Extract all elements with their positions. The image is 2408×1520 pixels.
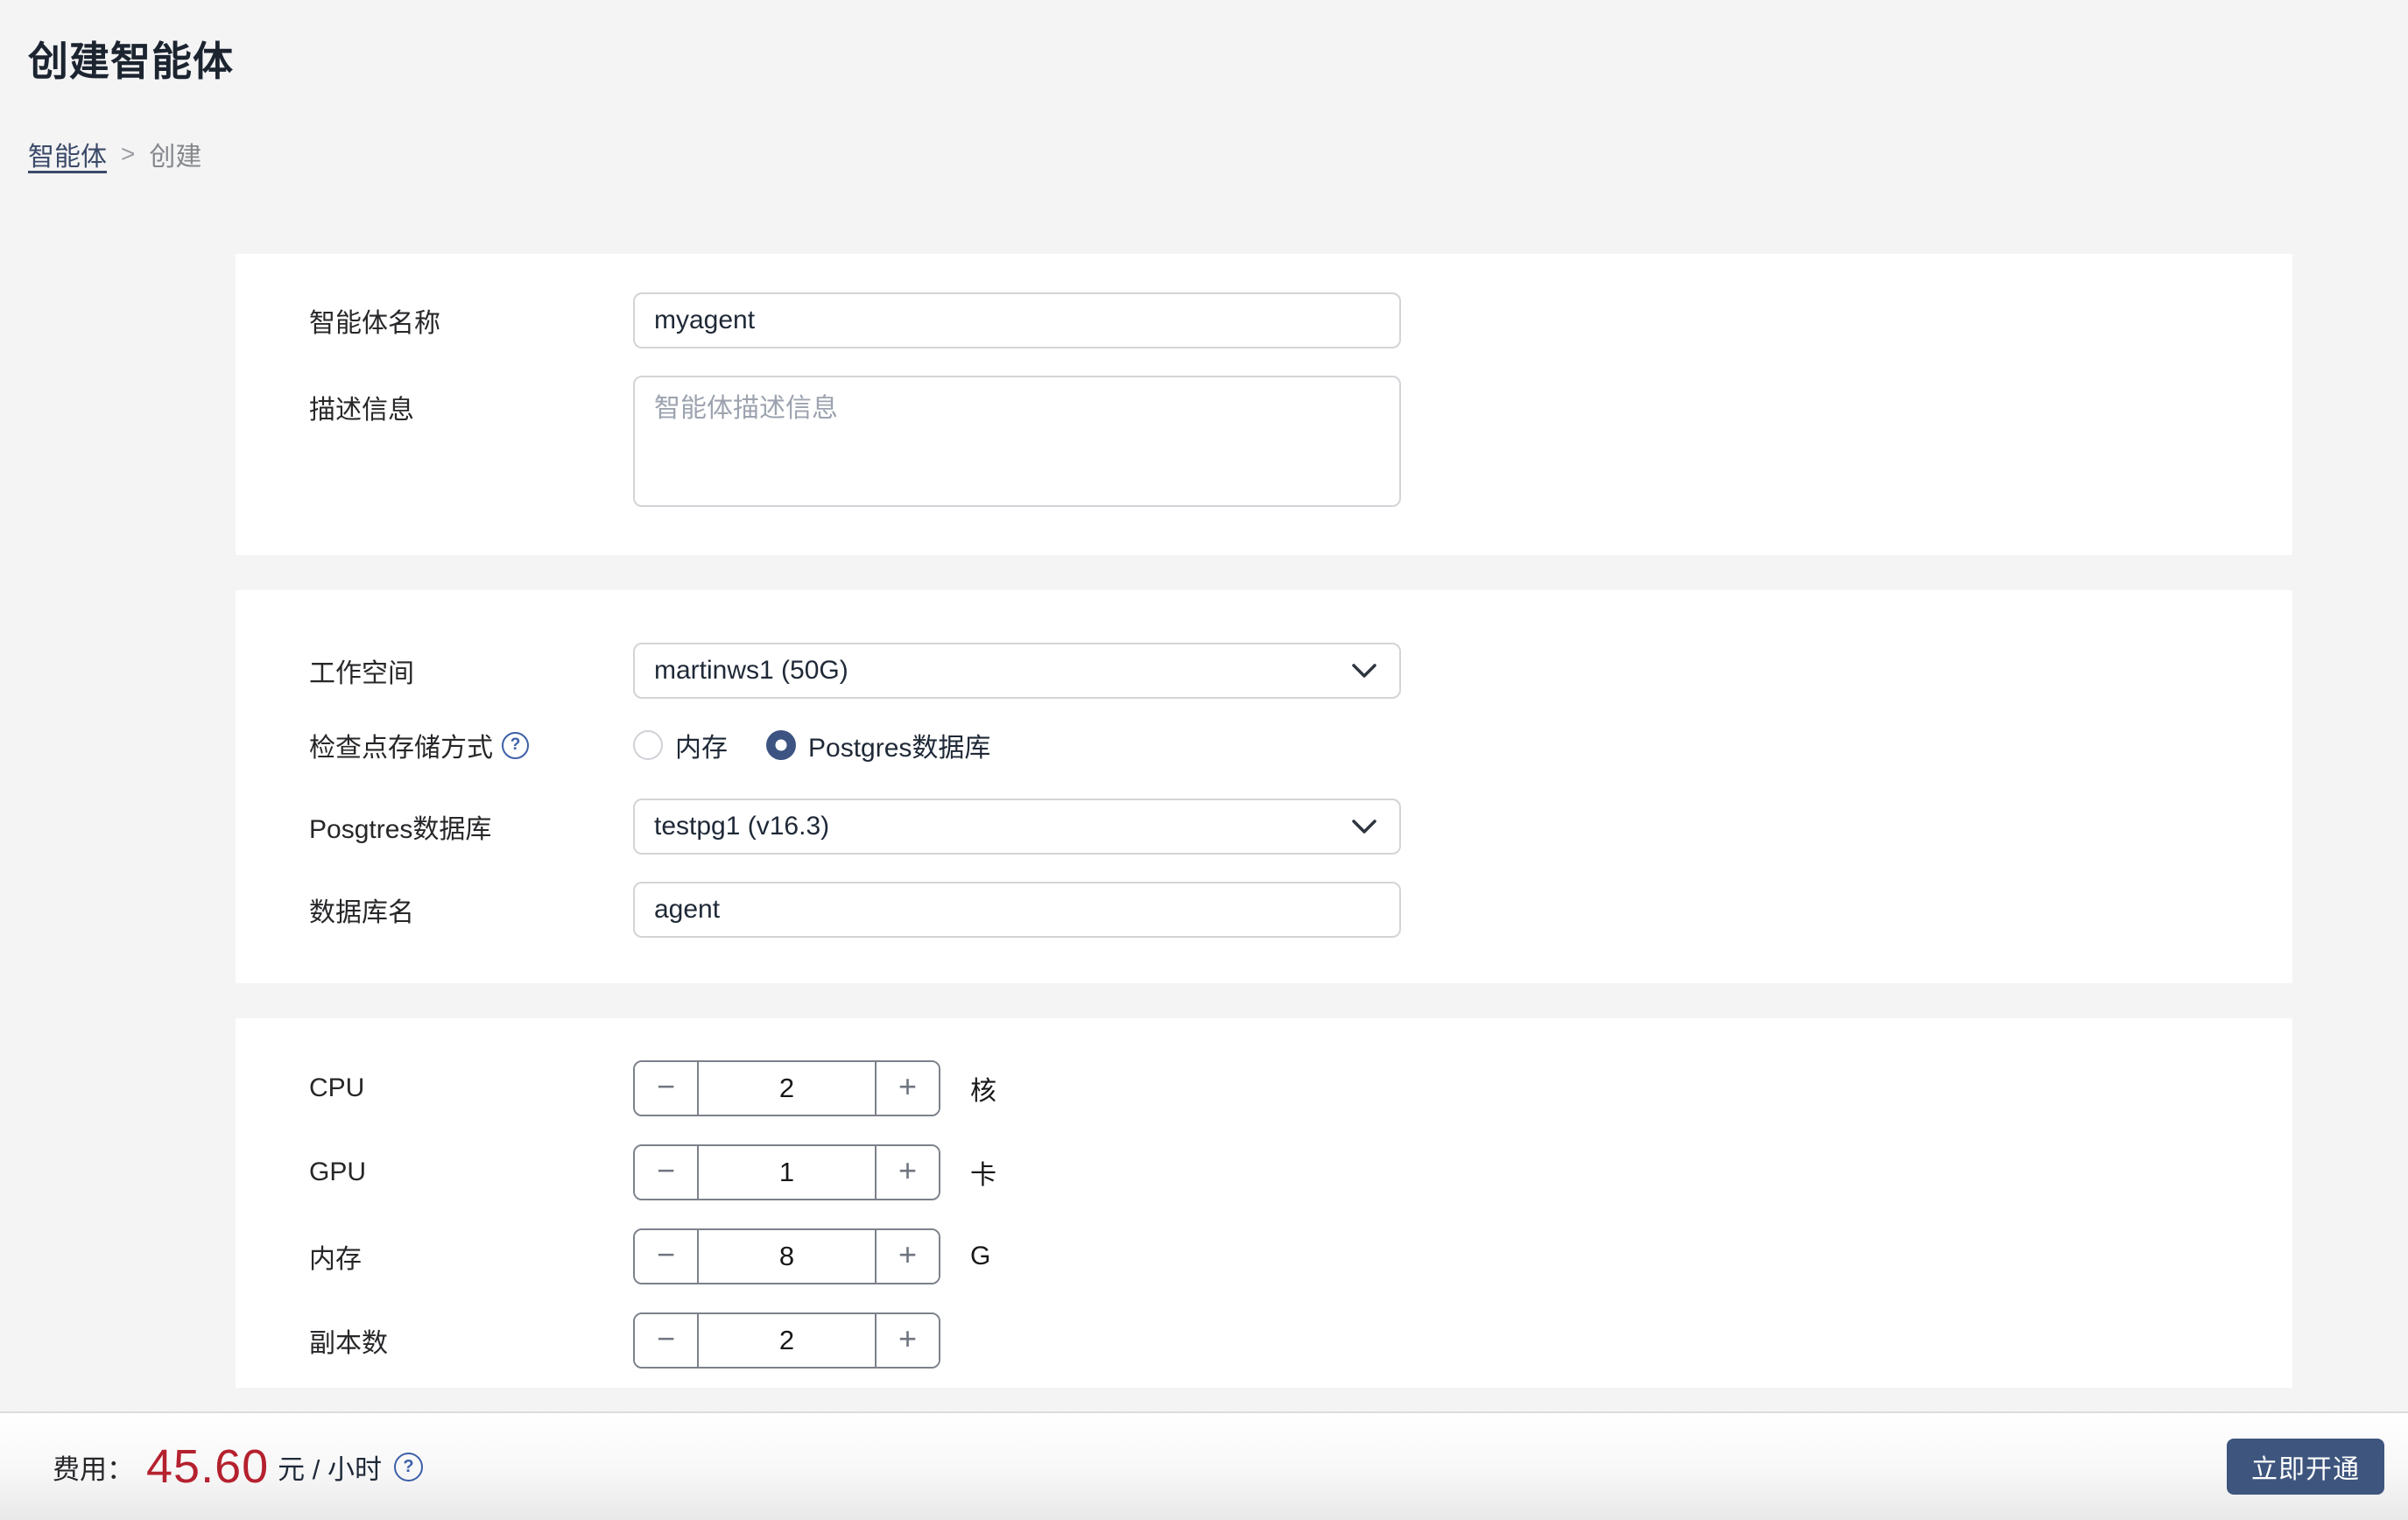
fee-label: 费用：: [53, 1453, 134, 1485]
postgres-db-label: Posgtres数据库: [309, 815, 492, 844]
fee-value: 45.60: [146, 1440, 270, 1493]
workspace-select[interactable]: martinws1 (50G): [633, 643, 1401, 699]
checkpoint-storage-label: 检查点存储方式: [309, 734, 493, 763]
cpu-increment-button[interactable]: +: [877, 1062, 939, 1115]
create-agent-form: 智能体名称 描述信息 工作空间 martinws1 (50G): [236, 254, 2292, 1388]
page-header: 创建智能体 智能体 > 创建: [0, 0, 2408, 173]
fee-unit: 元 / 小时: [278, 1453, 382, 1485]
workspace-row: 工作空间 martinws1 (50G): [236, 643, 2292, 699]
cpu-decrement-button[interactable]: −: [635, 1062, 697, 1115]
postgres-db-select[interactable]: testpg1 (v16.3): [633, 799, 1401, 855]
dbname-row: 数据库名: [236, 882, 2292, 938]
breadcrumb: 智能体 > 创建: [28, 135, 2408, 173]
basic-info-card: 智能体名称 描述信息: [236, 254, 2292, 555]
gpu-label: GPU: [309, 1158, 367, 1186]
replicas-decrement-button[interactable]: −: [635, 1314, 697, 1367]
memory-increment-button[interactable]: +: [877, 1230, 939, 1283]
agent-name-label: 智能体名称: [309, 309, 440, 338]
agent-name-row: 智能体名称: [236, 292, 2292, 348]
replicas-label: 副本数: [309, 1329, 388, 1358]
postgres-db-row: Posgtres数据库 testpg1 (v16.3): [236, 799, 2292, 855]
radio-unselected-icon[interactable]: [633, 730, 663, 760]
checkpoint-help-icon[interactable]: ?: [502, 731, 529, 759]
description-textarea[interactable]: [633, 376, 1401, 507]
breadcrumb-current: 创建: [149, 143, 202, 172]
checkpoint-storage-row: 检查点存储方式 ? 内存 Postgres数据库: [236, 726, 2292, 764]
description-row: 描述信息: [236, 376, 2292, 507]
cpu-unit: 核: [970, 1077, 996, 1106]
gpu-value[interactable]: 1: [697, 1146, 877, 1199]
radio-option-postgres[interactable]: Postgres数据库: [766, 726, 990, 764]
memory-row: 内存 − 8 + G: [236, 1228, 2292, 1284]
cpu-stepper: − 2 +: [633, 1060, 940, 1116]
cpu-label: CPU: [309, 1073, 365, 1102]
resources-card: CPU − 2 + 核 GPU − 1 + 卡 内存 − 8 + G 副本数 −…: [236, 1018, 2292, 1388]
workspace-selected-value: martinws1 (50G): [654, 656, 848, 685]
footer-bar: 费用： 45.60 元 / 小时 ? 立即开通: [0, 1411, 2408, 1520]
gpu-increment-button[interactable]: +: [877, 1146, 939, 1199]
memory-label: 内存: [309, 1245, 362, 1274]
page-title: 创建智能体: [28, 39, 234, 84]
dbname-label: 数据库名: [309, 898, 414, 927]
breadcrumb-parent-link[interactable]: 智能体: [28, 135, 107, 173]
fee-group: 费用： 45.60 元 / 小时 ?: [53, 1439, 423, 1494]
workspace-label: 工作空间: [309, 659, 414, 688]
radio-option-memory[interactable]: 内存: [633, 726, 728, 764]
chevron-down-icon: [1352, 663, 1377, 678]
memory-stepper: − 8 +: [633, 1228, 940, 1284]
submit-button[interactable]: 立即开通: [2227, 1439, 2384, 1495]
cpu-value[interactable]: 2: [697, 1062, 877, 1115]
replicas-row: 副本数 − 2 +: [236, 1312, 2292, 1369]
postgres-selected-value: testpg1 (v16.3): [654, 812, 830, 841]
cpu-row: CPU − 2 + 核: [236, 1060, 2292, 1116]
chevron-down-icon: [1352, 819, 1377, 834]
checkpoint-radio-group: 内存 Postgres数据库: [633, 726, 990, 764]
breadcrumb-separator: >: [121, 140, 136, 167]
dbname-input[interactable]: [633, 882, 1401, 938]
replicas-stepper: − 2 +: [633, 1312, 940, 1369]
gpu-decrement-button[interactable]: −: [635, 1146, 697, 1199]
memory-value[interactable]: 8: [697, 1230, 877, 1283]
storage-card: 工作空间 martinws1 (50G) 检查点存储方式 ? 内存 Postgr…: [236, 590, 2292, 983]
fee-help-icon[interactable]: ?: [393, 1452, 423, 1481]
memory-decrement-button[interactable]: −: [635, 1230, 697, 1283]
gpu-unit: 卡: [970, 1161, 996, 1190]
replicas-value[interactable]: 2: [697, 1314, 877, 1367]
agent-name-input[interactable]: [633, 292, 1401, 348]
description-label: 描述信息: [309, 396, 414, 425]
radio-selected-icon[interactable]: [766, 730, 796, 760]
replicas-increment-button[interactable]: +: [877, 1314, 939, 1367]
memory-unit: G: [970, 1242, 991, 1270]
gpu-row: GPU − 1 + 卡: [236, 1144, 2292, 1200]
gpu-stepper: − 1 +: [633, 1144, 940, 1200]
